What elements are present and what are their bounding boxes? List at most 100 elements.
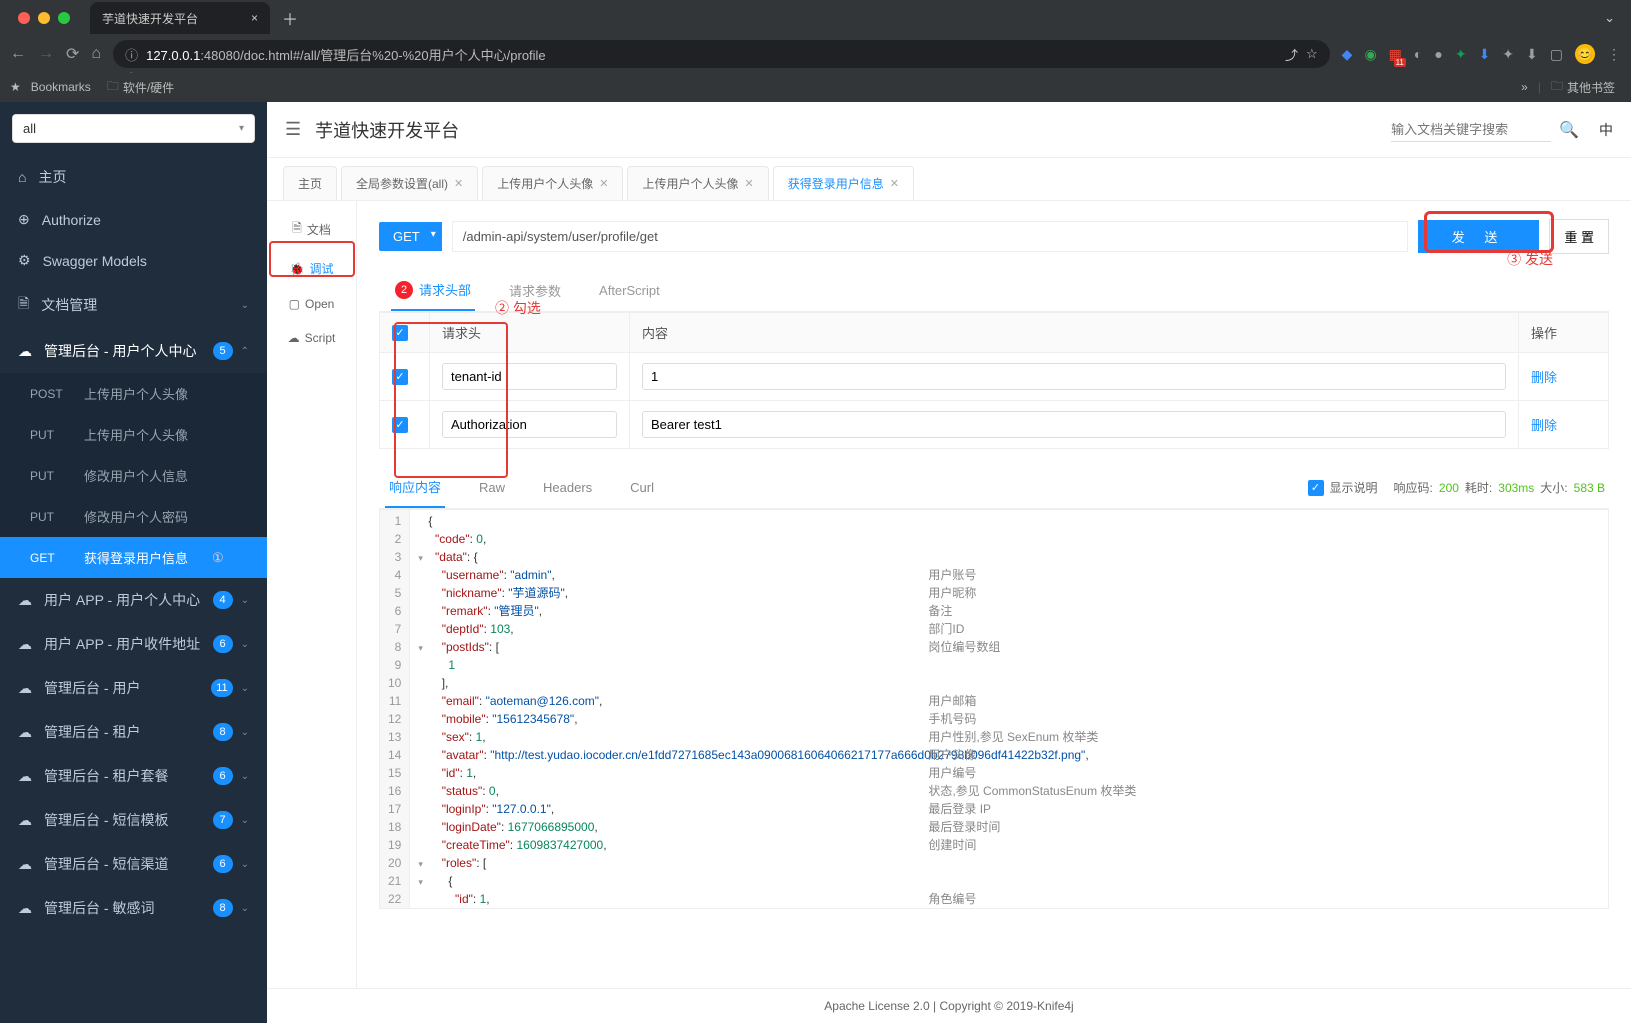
- show-desc-checkbox[interactable]: ✓: [1308, 480, 1324, 496]
- bookmarks-label[interactable]: Bookmarks: [25, 80, 97, 94]
- ext-icon-4[interactable]: ◐: [1414, 46, 1422, 62]
- share-icon[interactable]: ⤴: [1285, 45, 1298, 64]
- left-tab-open[interactable]: ▢Open: [267, 287, 356, 321]
- sidebar-group[interactable]: ☁管理后台 - 敏感词8⌄: [0, 886, 267, 930]
- tab-response-headers[interactable]: Headers: [539, 470, 596, 505]
- doc-tab[interactable]: 获得登录用户信息✕: [773, 166, 914, 200]
- header-key-input[interactable]: [442, 363, 617, 390]
- menu-toggle-icon[interactable]: ☰: [285, 119, 301, 140]
- delete-link[interactable]: 删除: [1531, 370, 1557, 385]
- http-method: POST: [30, 387, 66, 401]
- reset-button[interactable]: 重 置: [1549, 219, 1609, 254]
- sidebar-group[interactable]: ☁管理后台 - 租户8⌄: [0, 710, 267, 754]
- count-badge: 4: [213, 591, 233, 609]
- bookmark-folder[interactable]: 🗀软件/硬件: [101, 77, 235, 98]
- close-icon[interactable]: ✕: [890, 177, 899, 190]
- group-selector[interactable]: all ▾: [12, 114, 255, 143]
- browser-tab[interactable]: 芋道快速开发平台 ×: [90, 2, 270, 34]
- ext-icon-5[interactable]: ●: [1434, 46, 1442, 62]
- sidebar-group[interactable]: ☁管理后台 - 租户套餐6⌄: [0, 754, 267, 798]
- sidebar-group[interactable]: ☁用户 APP - 用户收件地址6⌄: [0, 622, 267, 666]
- ext-icon-1[interactable]: ◆: [1342, 46, 1353, 63]
- search-icon[interactable]: 🔍: [1559, 120, 1579, 140]
- sidebar-api-item[interactable]: GET获得登录用户信息①: [0, 537, 267, 578]
- new-tab-button[interactable]: ＋: [270, 6, 310, 30]
- close-tab-icon[interactable]: ×: [231, 11, 258, 25]
- close-window-icon[interactable]: [18, 12, 30, 24]
- response-body[interactable]: 1234567891011121314151617181920212223242…: [379, 509, 1609, 909]
- window-controls[interactable]: [8, 12, 80, 24]
- minimize-window-icon[interactable]: [38, 12, 50, 24]
- tab-after-script[interactable]: AfterScript: [595, 270, 664, 311]
- sidebar-api-item[interactable]: POST上传用户个人头像: [0, 373, 267, 414]
- doc-tab-label: 主页: [298, 175, 322, 192]
- doc-tab[interactable]: 上传用户个人头像✕: [482, 166, 623, 200]
- left-tab-doc[interactable]: 🗎文档: [267, 209, 356, 250]
- forward-button[interactable]: →: [38, 45, 54, 63]
- header-value-input[interactable]: [642, 363, 1506, 390]
- http-method-select[interactable]: GET: [379, 222, 442, 251]
- site-info-icon[interactable]: ⓘ: [125, 45, 138, 64]
- left-tab-debug[interactable]: 🐞调试: [267, 250, 356, 287]
- sidebar-group[interactable]: ☁用户 APP - 用户个人中心4⌄: [0, 578, 267, 622]
- home-button[interactable]: ⌂: [91, 45, 101, 63]
- bookmarks-star-icon[interactable]: ★: [10, 80, 21, 94]
- bug-icon: 🐞: [290, 262, 305, 276]
- doc-tab[interactable]: 全局参数设置(all)✕: [341, 166, 478, 200]
- tab-response-raw[interactable]: Raw: [475, 470, 509, 505]
- reload-button[interactable]: ⟳: [66, 44, 79, 64]
- close-icon[interactable]: ✕: [744, 177, 753, 190]
- request-path-input[interactable]: /admin-api/system/user/profile/get: [452, 221, 1408, 252]
- sidebar-authorize[interactable]: ⊕ Authorize: [0, 199, 267, 240]
- sidebar-doc-mgmt[interactable]: 🗎文档管理 ⌄: [0, 281, 267, 329]
- doc-tab[interactable]: 上传用户个人头像✕: [627, 166, 768, 200]
- request-path-text: /admin-api/system/user/profile/get: [463, 229, 658, 244]
- sidebar-api-item[interactable]: PUT上传用户个人头像: [0, 414, 267, 455]
- sidebar-group[interactable]: ☁管理后台 - 用户个人中心5⌃: [0, 329, 267, 373]
- checkbox-all[interactable]: ✓: [392, 325, 408, 341]
- left-tab-open-label: Open: [305, 297, 334, 311]
- row-checkbox[interactable]: ✓: [392, 369, 408, 385]
- maximize-window-icon[interactable]: [58, 12, 70, 24]
- api-label: 获得登录用户信息: [84, 548, 188, 567]
- sidebar-group[interactable]: ☁管理后台 - 用户11⌄: [0, 666, 267, 710]
- tab-response-curl[interactable]: Curl: [626, 470, 658, 505]
- col-header-name: 请求头: [430, 313, 630, 353]
- header-value-input[interactable]: [642, 411, 1506, 438]
- tab-request-headers[interactable]: 2 请求头部: [391, 270, 475, 311]
- delete-link[interactable]: 删除: [1531, 418, 1557, 433]
- ext-icon-2[interactable]: ◉: [1364, 46, 1376, 63]
- star-icon[interactable]: ☆: [1306, 46, 1318, 62]
- sidebar-api-item[interactable]: PUT修改用户个人密码: [0, 496, 267, 537]
- panel-icon[interactable]: ▢: [1550, 46, 1563, 63]
- tab-response-body[interactable]: 响应内容: [385, 467, 445, 508]
- back-button[interactable]: ←: [10, 45, 26, 63]
- close-icon[interactable]: ✕: [454, 177, 463, 190]
- ext-icon-3[interactable]: ▦11: [1389, 46, 1402, 63]
- language-toggle[interactable]: 中: [1599, 120, 1613, 140]
- sidebar-home[interactable]: ⌂ 主页: [0, 155, 267, 199]
- doc-tab[interactable]: 主页: [283, 166, 337, 200]
- download-icon[interactable]: ⬇: [1526, 46, 1538, 63]
- sidebar-group-label: 管理后台 - 用户: [44, 678, 140, 698]
- address-bar[interactable]: ⓘ 127.0.0.1:48080/doc.html#/all/管理后台%20-…: [113, 40, 1330, 68]
- bookmarks-overflow[interactable]: »: [1515, 80, 1534, 94]
- close-icon[interactable]: ✕: [599, 177, 608, 190]
- header-key-input[interactable]: [442, 411, 617, 438]
- other-bookmarks[interactable]: 🗀其他书签: [1545, 77, 1621, 98]
- headers-count-badge: 2: [395, 281, 413, 299]
- sidebar-group[interactable]: ☁管理后台 - 短信渠道6⌄: [0, 842, 267, 886]
- extensions-icon[interactable]: ✦: [1502, 46, 1514, 63]
- sidebar-group-label: 管理后台 - 用户个人中心: [44, 341, 196, 361]
- left-tab-script[interactable]: ☁Script: [267, 321, 356, 355]
- ext-icon-7[interactable]: ⬇: [1479, 46, 1491, 63]
- ext-icon-6[interactable]: ✦: [1455, 46, 1467, 63]
- sidebar-group[interactable]: ☁管理后台 - 短信模板7⌄: [0, 798, 267, 842]
- chevron-down-icon[interactable]: ⌄: [1604, 10, 1623, 26]
- row-checkbox[interactable]: ✓: [392, 417, 408, 433]
- profile-avatar[interactable]: 😊: [1575, 44, 1595, 64]
- sidebar-swagger-models[interactable]: ⚙ Swagger Models: [0, 240, 267, 281]
- search-input[interactable]: [1391, 118, 1551, 142]
- menu-icon[interactable]: ⋮: [1607, 46, 1621, 63]
- sidebar-api-item[interactable]: PUT修改用户个人信息: [0, 455, 267, 496]
